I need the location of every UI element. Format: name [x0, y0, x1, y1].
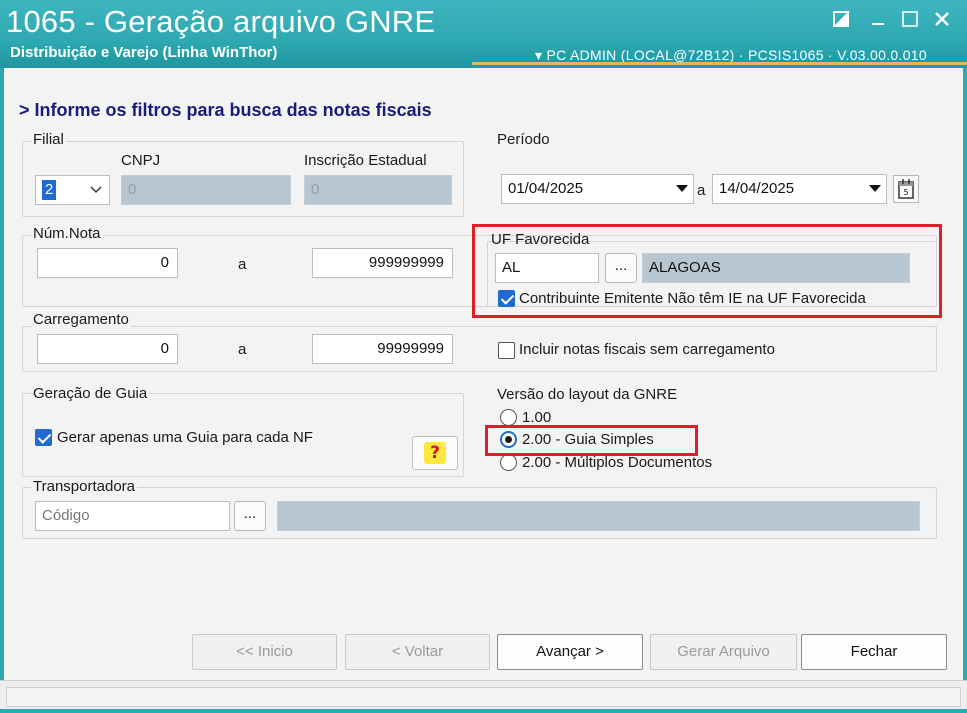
carregamento-to-field[interactable]: 99999999	[312, 334, 453, 364]
gerar-arquivo-button[interactable]: Gerar Arquivo	[650, 634, 797, 670]
versao-option-1: 1.00	[522, 409, 552, 426]
cnpj-field: 0	[121, 175, 291, 205]
num-nota-to-field[interactable]: 999999999	[312, 248, 453, 278]
ie-field: 0	[304, 175, 452, 205]
chevron-down-icon[interactable]	[85, 176, 107, 204]
title-underline	[472, 62, 967, 65]
carregamento-checkbox-label: Incluir notas fiscais sem carregamento	[519, 341, 775, 358]
periodo-sep: a	[697, 182, 706, 199]
filial-label: Filial	[31, 131, 66, 148]
restore-theme-icon[interactable]	[826, 6, 856, 32]
cnpj-label: CNPJ	[121, 152, 161, 169]
geracao-label: Geração de Guia	[31, 385, 150, 402]
geracao-checkbox[interactable]	[35, 429, 52, 446]
fechar-button[interactable]: Fechar	[801, 634, 947, 670]
voltar-button[interactable]: < Voltar	[345, 634, 490, 670]
transportadora-lookup-button[interactable]: ...	[234, 501, 266, 531]
calendar-dropdown-icon-end[interactable]	[864, 175, 886, 203]
num-nota-from-field[interactable]: 0	[37, 248, 178, 278]
uf-highlight-box	[472, 224, 942, 318]
status-panel	[6, 687, 961, 707]
transportadora-name-field	[277, 501, 920, 531]
versao-label: Versão do layout da GNRE	[497, 386, 678, 403]
periodo-start-field[interactable]: 01/04/2025	[501, 174, 694, 204]
periodo-label: Período	[497, 131, 550, 148]
title-bar: 1065 - Geração arquivo GNRE Distribuição…	[0, 0, 967, 68]
geracao-checkbox-label: Gerar apenas uma Guia para cada NF	[57, 429, 313, 446]
page-heading: > Informe os filtros para busca das nota…	[19, 100, 432, 120]
periodo-end-field[interactable]: 14/04/2025	[712, 174, 887, 204]
minimize-icon[interactable]	[863, 6, 893, 32]
filial-value: 2	[42, 180, 57, 200]
versao-radio-1[interactable]	[500, 409, 517, 426]
help-button[interactable]: ?	[412, 436, 458, 470]
window-subtitle: Distribuição e Varejo (Linha WinThor)	[10, 44, 278, 61]
svg-text:5: 5	[903, 188, 908, 197]
carregamento-from-field[interactable]: 0	[37, 334, 178, 364]
close-icon[interactable]	[927, 6, 957, 32]
calendar-icon[interactable]: 5	[893, 175, 919, 203]
ie-label: Inscrição Estadual	[304, 152, 427, 169]
window-border-right	[963, 68, 967, 713]
carregamento-label: Carregamento	[31, 311, 131, 328]
versao-highlight-box	[485, 425, 698, 456]
maximize-icon[interactable]	[895, 6, 925, 32]
carregamento-sep: a	[238, 341, 247, 358]
num-nota-sep: a	[238, 256, 247, 273]
inicio-button[interactable]: << Inicio	[192, 634, 337, 670]
calendar-dropdown-icon[interactable]	[671, 175, 693, 203]
help-icon: ?	[424, 442, 446, 464]
carregamento-checkbox[interactable]	[498, 342, 515, 359]
window-title: 1065 - Geração arquivo GNRE	[6, 4, 436, 39]
versao-radio-3[interactable]	[500, 454, 517, 471]
versao-option-3: 2.00 - Múltiplos Documentos	[522, 454, 713, 471]
window-border-left	[0, 68, 4, 713]
transportadora-label: Transportadora	[31, 478, 137, 495]
num-nota-label: Núm.Nota	[31, 225, 103, 242]
avancar-button[interactable]: Avançar >	[497, 634, 643, 670]
transportadora-code-field[interactable]: Código	[35, 501, 230, 531]
window-border-bottom	[0, 709, 967, 713]
